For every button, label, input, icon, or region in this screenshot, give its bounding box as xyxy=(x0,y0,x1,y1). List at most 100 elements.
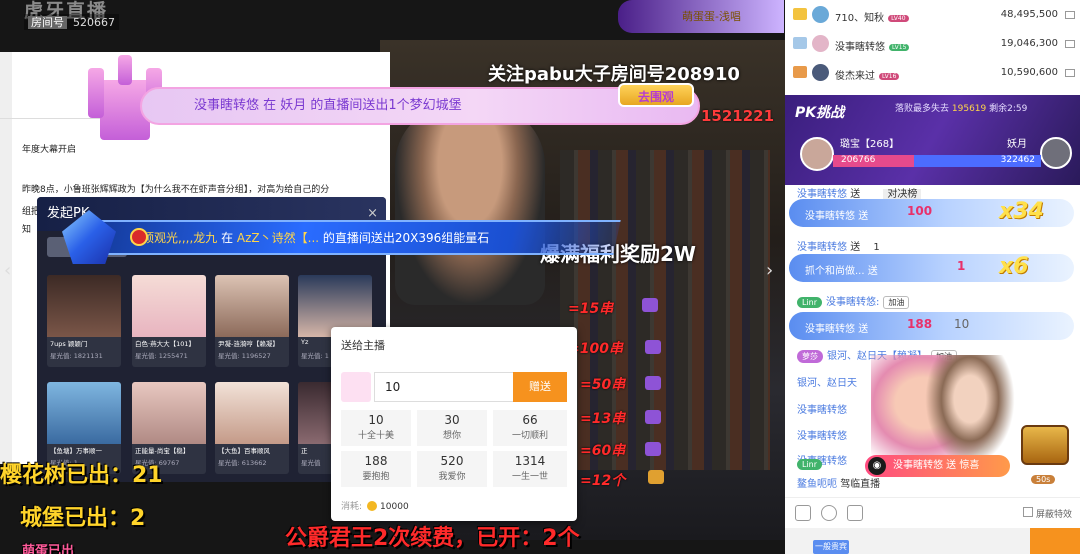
send-gift-panel: 送给主播 赠送 10 十全十美 30 想你 66 一切顺利 188 要抱抱 520 我爱你… xyxy=(331,327,577,521)
rank-user: 710、知秋 xyxy=(835,13,885,24)
rank-row[interactable]: 710、知秋 LV40 48,495,500 xyxy=(785,0,1080,30)
castle-gift-banner[interactable]: 没事瞎转悠 在 妖月 的直播间送出1个梦幻城堡 去围观 xyxy=(140,83,700,125)
avatar[interactable] xyxy=(800,137,834,171)
rank-name: 710、知秋 LV40 xyxy=(835,9,909,24)
card-name: 正能量-尚宝【稳】 xyxy=(135,447,190,455)
pk-left-name: 璐宝【268】 xyxy=(840,139,900,150)
streamer-card[interactable]: 尹凝-涟漪哼【赖凝】 星光值: 1196527 xyxy=(215,275,289,367)
rank-value: 48,495,500 xyxy=(1000,9,1058,20)
quantity-option[interactable]: 66 一切顺利 xyxy=(493,410,567,446)
fan-badge: Linr xyxy=(797,296,823,308)
streamer-card[interactable]: 白色·燕大大【101】 星光值: 1255471 xyxy=(132,275,206,367)
streamer-card[interactable]: 【大鱼】百事顺风 星光值: 613662 xyxy=(215,382,289,474)
chat-line: 没事瞎转悠 送 对决榜 xyxy=(797,185,922,200)
room-id: 房间号 520667 xyxy=(24,14,119,30)
count-label: =12个 xyxy=(580,473,626,489)
pk-info: 落败最多失去 195619 剩余2:59 xyxy=(895,101,1027,114)
card-name: 白色·燕大大【101】 xyxy=(135,340,195,348)
gift-banner-text: 山顶观光,,,,龙九 在 AzZ丶诗然【... 的直播间送出20X396组能量石 xyxy=(130,229,489,246)
avatar[interactable] xyxy=(1040,137,1072,169)
option-desc: 一生一世 xyxy=(511,472,548,482)
chat-line: Linr xyxy=(797,459,826,471)
card-stars: 星光值: 1255471 xyxy=(135,352,188,360)
pk-challenge-header: PK挑战 落败最多失去 195619 剩余2:59 璐宝【268】 妖月 206… xyxy=(785,95,1080,185)
effect-banner[interactable]: ◉ 没事瞎转悠 送 惊喜 xyxy=(865,455,1010,477)
rank-row[interactable]: 没事瞎转悠 LV15 19,046,300 xyxy=(785,29,1080,59)
option-num: 188 xyxy=(364,454,388,468)
streamer-card[interactable]: 7ups 颖颖门 星光值: 1821131 xyxy=(47,275,121,367)
rank-row[interactable]: 俊杰来过 LV16 10,590,600 xyxy=(785,58,1080,88)
pk-right-score: 322462 xyxy=(1000,155,1035,165)
card-stars: 星光值: 1196527 xyxy=(218,352,271,360)
dragon-icon xyxy=(642,298,658,312)
rank-user: 没事瞎转悠 xyxy=(835,42,885,53)
chat-user[interactable]: 没事瞎转悠: xyxy=(826,297,879,308)
shield-effects-toggle[interactable]: 屏蔽特效 xyxy=(1023,507,1072,520)
quantity-option[interactable]: 30 想你 xyxy=(417,410,487,446)
chat-user[interactable]: 没事瞎转悠 xyxy=(797,242,847,253)
streamer-figure xyxy=(395,105,545,305)
send-chat-button[interactable] xyxy=(1030,528,1080,554)
send-button[interactable]: 赠送 xyxy=(513,372,567,402)
emoji-icon[interactable] xyxy=(821,505,837,521)
gift-bar-text: 抓个和尚做... 送 xyxy=(805,262,878,277)
checkbox-icon[interactable] xyxy=(1065,11,1075,19)
chat-line: Linr 没事瞎转悠: 加油 xyxy=(797,293,910,309)
promo-text: 公爵君王2次续费，已开：2个 xyxy=(285,526,580,551)
gift-multiplier: x34 xyxy=(999,199,1044,224)
quantity-option[interactable]: 188 要抱抱 xyxy=(341,451,411,487)
chat-user[interactable]: 银河、赵日天 xyxy=(797,374,857,389)
card-name: 正 xyxy=(301,447,308,455)
chat-input-bar[interactable]: 一般贵宾 xyxy=(785,528,1080,554)
chat-toolbar: 屏蔽特效 xyxy=(785,497,1080,527)
pk-label: PK挑战 xyxy=(795,105,845,121)
cost-value: 10000 xyxy=(380,502,409,512)
fan-badge: Linr xyxy=(797,459,823,470)
right-panel: 710、知秋 LV40 48,495,500 没事瞎转悠 LV15 19,046,3… xyxy=(785,0,1080,554)
quantity-option[interactable]: 520 我爱你 xyxy=(417,451,487,487)
card-stars: 星光值: 1821131 xyxy=(50,352,103,360)
count-label: =50串 xyxy=(580,377,626,393)
watch-tag-button[interactable]: 去围观 xyxy=(618,83,694,107)
pk-info-prefix: 落败最多失去 xyxy=(895,104,950,114)
chat-line: 没事瞎转悠 送 1 xyxy=(797,238,880,253)
chat-user[interactable]: 鳌鱼呃呃 xyxy=(797,479,837,490)
gift-user: 没事瞎转悠 xyxy=(805,324,855,335)
count-label: =60串 xyxy=(580,443,626,459)
sakura-count-text: 樱花树已出：21 xyxy=(0,463,163,488)
chat-user[interactable]: 没事瞎转悠 xyxy=(797,401,847,416)
image-icon[interactable] xyxy=(847,505,863,521)
quantity-option[interactable]: 10 十全十美 xyxy=(341,410,411,446)
energy-gift-banner[interactable]: 山顶观光,,,,龙九 在 AzZ丶诗然【... 的直播间送出20X396组能量石 xyxy=(88,220,621,255)
gift-banner-target: AzZ丶诗然【... xyxy=(236,231,320,245)
chat-line: 鳌鱼呃呃 驾临直播 xyxy=(797,475,880,490)
card-stars: 星光值 xyxy=(301,459,321,467)
red-number: 1521221 xyxy=(701,107,775,125)
count-label: =13串 xyxy=(580,411,626,427)
option-num: 30 xyxy=(444,413,460,427)
dragon-icon xyxy=(645,340,661,354)
stream-viewport[interactable]: 年度大幕开启 昨晚8点，小鲁班张辉辉政为【为什么我不在虾声音分组】，对高为给自己… xyxy=(0,0,785,554)
checkbox-icon[interactable] xyxy=(1065,40,1075,48)
avatar xyxy=(812,6,829,23)
gift-count: 100 xyxy=(907,204,933,218)
option-desc: 我爱你 xyxy=(438,472,466,482)
gift-badge-icon xyxy=(130,228,148,246)
chat-count: 1 xyxy=(873,242,880,253)
fan-badge: 萝莎 xyxy=(797,349,823,363)
doc-side xyxy=(0,52,12,464)
card-stars: 星光值: 613662 xyxy=(218,459,267,467)
quantity-input[interactable] xyxy=(374,372,514,402)
gift-box-icon[interactable] xyxy=(795,505,811,521)
gift-count: 188 xyxy=(907,317,933,331)
chevron-left-icon[interactable]: ‹ xyxy=(4,260,11,281)
quantity-option[interactable]: 1314 一生一世 xyxy=(493,451,567,487)
chat-user[interactable]: 没事瞎转悠 xyxy=(797,427,847,442)
treasure-chest-icon[interactable]: 50s xyxy=(1021,425,1069,484)
chevron-right-icon[interactable]: › xyxy=(766,260,773,281)
card-name: 【大鱼】百事顺风 xyxy=(218,447,270,455)
avatar xyxy=(812,64,829,81)
doc-line: 年度大幕开启 xyxy=(22,145,77,155)
card-image xyxy=(47,382,121,444)
checkbox-icon[interactable] xyxy=(1065,69,1075,77)
